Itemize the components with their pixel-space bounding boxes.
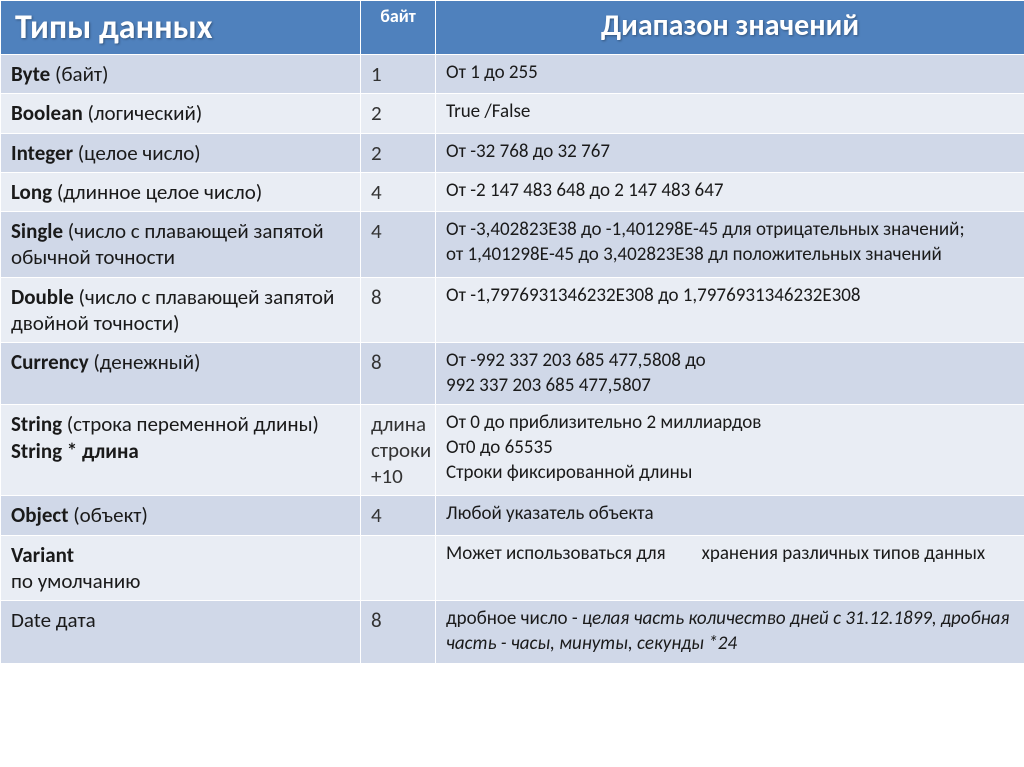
type-name: Single — [11, 218, 63, 244]
cell-type: Integer (целое число) — [1, 133, 361, 172]
type-name-2: String * длина — [11, 438, 139, 464]
cell-bytes: 8 — [361, 277, 436, 343]
cell-type: Object (объект) — [1, 496, 361, 535]
data-types-table: Типы данных байт Диапазон значений Byte … — [0, 0, 1024, 664]
cell-bytes: 8 — [361, 343, 436, 405]
type-name: Currency — [11, 349, 89, 375]
cell-bytes: длина строки +10 — [361, 405, 436, 496]
type-desc: по умолчанию — [11, 568, 140, 594]
cell-bytes: 4 — [361, 212, 436, 278]
table-row: String (строка переменной длины) String … — [1, 405, 1024, 496]
cell-range: От -3,402823Е38 до -1,401298Е-45 для отр… — [436, 212, 1024, 278]
range-part1: Может использоваться для — [446, 542, 666, 565]
header-range: Диапазон значений — [436, 1, 1024, 55]
table-row: Boolean (логический) 2 True /False — [1, 94, 1024, 133]
cell-type: Byte (байт) — [1, 55, 361, 94]
header-bytes: байт — [361, 1, 436, 55]
type-desc: (строка переменной длины) — [62, 411, 319, 437]
table-row: Double (число с плавающей запятой двойно… — [1, 277, 1024, 343]
header-row: Типы данных байт Диапазон значений — [1, 1, 1024, 55]
table-row: Single (число с плавающей запятой обычно… — [1, 212, 1024, 278]
table-row: Date дата 8 дробное число - целая часть … — [1, 601, 1024, 663]
table-row: Currency (денежный) 8 От -992 337 203 68… — [1, 343, 1024, 405]
cell-range: Любой указатель объекта — [436, 496, 1024, 535]
type-desc: (объект) — [68, 502, 147, 528]
cell-bytes: 4 — [361, 172, 436, 211]
type-name: Object — [11, 502, 68, 528]
cell-bytes: 4 — [361, 496, 436, 535]
cell-range: дробное число - целая часть количество д… — [436, 601, 1024, 663]
cell-range: От 0 до приблизительно 2 миллиардовОт0 д… — [436, 405, 1024, 496]
range-part2: хранения различных типов данных — [702, 542, 986, 565]
cell-range: Может использоваться для хранения различн… — [436, 535, 1024, 601]
cell-bytes: 2 — [361, 133, 436, 172]
type-desc: (логический) — [83, 100, 203, 126]
cell-range: True /False — [436, 94, 1024, 133]
type-name: Double — [11, 284, 74, 310]
type-name: Variant — [11, 542, 74, 568]
type-desc: (денежный) — [89, 349, 201, 375]
cell-bytes — [361, 535, 436, 601]
type-desc: (целое число) — [73, 140, 201, 166]
cell-range: От -992 337 203 685 477,5808 до992 337 2… — [436, 343, 1024, 405]
table-row: Integer (целое число) 2 От -32 768 до 32… — [1, 133, 1024, 172]
cell-range: От -1,7976931346232Е308 до 1,79769313462… — [436, 277, 1024, 343]
cell-type: Date дата — [1, 601, 361, 663]
type-name: Integer — [11, 140, 73, 166]
cell-type: Variant по умолчанию — [1, 535, 361, 601]
cell-type: Double (число с плавающей запятой двойно… — [1, 277, 361, 343]
table-row: Byte (байт) 1 От 1 до 255 — [1, 55, 1024, 94]
type-name: String — [11, 411, 62, 437]
type-name: Long — [11, 179, 52, 205]
type-desc: (длинное целое число) — [52, 179, 262, 205]
type-name: Byte — [11, 61, 50, 87]
cell-range: От 1 до 255 — [436, 55, 1024, 94]
cell-range: От -2 147 483 648 до 2 147 483 647 — [436, 172, 1024, 211]
cell-bytes: 2 — [361, 94, 436, 133]
table-row: Object (объект) 4 Любой указатель объект… — [1, 496, 1024, 535]
header-types: Типы данных — [1, 1, 361, 55]
cell-type: Boolean (логический) — [1, 94, 361, 133]
type-desc: (байт) — [50, 61, 108, 87]
cell-type: String (строка переменной длины) String … — [1, 405, 361, 496]
type-name: Boolean — [11, 100, 83, 126]
range-part1: дробное число - — [446, 607, 582, 630]
cell-type: Long (длинное целое число) — [1, 172, 361, 211]
cell-type: Currency (денежный) — [1, 343, 361, 405]
table-row: Variant по умолчанию Может использоватьс… — [1, 535, 1024, 601]
cell-type: Single (число с плавающей запятой обычно… — [1, 212, 361, 278]
cell-bytes: 8 — [361, 601, 436, 663]
cell-range: От -32 768 до 32 767 — [436, 133, 1024, 172]
cell-bytes: 1 — [361, 55, 436, 94]
table-row: Long (длинное целое число) 4 От -2 147 4… — [1, 172, 1024, 211]
type-name: Date дата — [11, 607, 96, 633]
